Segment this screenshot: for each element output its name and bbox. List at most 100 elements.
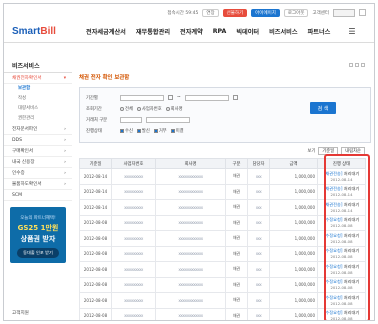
menu-icon[interactable]: ☰ <box>348 27 355 36</box>
radio-company[interactable]: 회사명 <box>165 106 183 112</box>
logout-button[interactable]: 로그아웃 <box>283 8 309 17</box>
calendar-icon[interactable] <box>168 95 173 100</box>
settings-icon[interactable] <box>359 9 366 16</box>
cell-date: 2012-08-14 <box>79 168 112 185</box>
table-row[interactable]: 2012-08-14 xxxxxxxxxx xxxxxxxxxxxxx 채권 xxx 1,… <box>79 199 366 216</box>
cell-status[interactable]: [수정요청] 처리대기 2012-08-08 <box>317 307 366 321</box>
cell-status[interactable]: [수정요청] 처리대기 2012-08-08 <box>317 230 366 247</box>
customer-center-link[interactable]: 고객센터 <box>312 10 329 16</box>
sidebar-item-dds[interactable]: DDS › <box>4 135 72 146</box>
status-date: 2012-08-08 <box>330 316 353 321</box>
cell-amount: 1,000,000 <box>269 245 318 262</box>
col-status[interactable]: 진행 상태 <box>317 158 366 169</box>
cell-status[interactable]: [수정요청] 처리대기 2012-08-08 <box>317 276 366 293</box>
cell-status[interactable]: [채권전송] 처리대기 2012-08-14 <box>317 199 366 216</box>
col-date[interactable]: 기준일 <box>79 158 112 169</box>
sidebar-sub-storage[interactable]: 보관함 <box>4 84 72 94</box>
table-row[interactable]: 2012-08-08 xxxxxxxxxx xxxxxxxxxxxxx 채권 xxx 1,… <box>79 276 366 293</box>
nav-item-biz-service[interactable]: 비즈서비스 <box>269 27 297 36</box>
sidebar-sub-bulk[interactable]: 대량서비스 <box>4 104 72 114</box>
status-text: [수정요청] 처리대기 <box>319 232 365 239</box>
chevron-right-icon: › <box>64 127 66 132</box>
table-row[interactable]: 2012-08-08 xxxxxxxxxx xxxxxxxxxxxxx 채권 xxx 1,… <box>79 230 366 247</box>
cell-amount: 1,000,000 <box>269 292 318 309</box>
status-date: 2012-08-08 <box>330 269 353 275</box>
home-icon[interactable] <box>349 63 353 67</box>
partner-keyword-input[interactable] <box>146 116 190 123</box>
period-label: 기간별 <box>86 95 98 101</box>
nav-item-finance[interactable]: 재무통합관리 <box>136 27 170 36</box>
sidebar-item-purchase[interactable]: 구매확인서 › <box>4 146 72 157</box>
table-row[interactable]: 2012-08-08 xxxxxxxxxx xxxxxxxxxxxxx 채권 xxx 1,… <box>79 292 366 309</box>
cell-status[interactable]: [수정요청] 처리대기 2012-08-08 <box>317 214 366 231</box>
sidebar-item-lc[interactable]: 내국 신용장 › <box>4 157 72 168</box>
logo[interactable]: SmartBill <box>12 26 86 37</box>
table-row[interactable]: 2012-08-14 xxxxxxxxxx xxxxxxxxxxxxx 채권 xxx 1,… <box>79 168 366 185</box>
table-header: 기준일 사업자번호 회사명 구분 담당자 금액 진행 상태 <box>79 158 366 169</box>
check-label: 미결 <box>175 128 184 134</box>
cell-type: 채권 <box>225 307 248 320</box>
extend-session-button[interactable]: 연장 <box>202 8 219 17</box>
search-button[interactable]: 검 색 <box>310 102 336 114</box>
sort-field-select[interactable]: 기준일 <box>318 147 339 155</box>
support-label[interactable]: 고객지원 <box>12 310 29 316</box>
cell-company: xxxxxxxxxxxxx <box>155 276 226 293</box>
banner-button[interactable]: 동대출 인포 받기 <box>17 248 59 258</box>
logo-accent: Bill <box>40 26 56 37</box>
check-pending[interactable]: 미결 <box>170 128 184 134</box>
search-panel: 기간별 ~ 조회기간 전체 사업자번호 회사명 거래처 구분 진행상태 수신 발… <box>79 87 371 143</box>
start-date-input[interactable] <box>120 94 164 101</box>
sort-order-select[interactable]: 내림차순 <box>341 147 365 155</box>
table-row[interactable]: 2012-08-08 xxxxxxxxxx xxxxxxxxxxxxx 채권 xxx 1,… <box>79 245 366 262</box>
cell-status[interactable]: [채권전송] 처리대기 2012-08-14 <box>317 168 366 185</box>
status-tail: 처리대기 <box>342 201 360 207</box>
nav-item-bigdata[interactable]: 빅데이터 <box>236 27 259 36</box>
sidebar-sub-write[interactable]: 작성 <box>4 94 72 104</box>
status-tag: [수정요청] <box>323 310 343 316</box>
partner-type-select[interactable] <box>120 116 142 123</box>
sidebar-item-bond-confirm[interactable]: 채권전자확인서 ▾ <box>4 73 72 84</box>
col-manager[interactable]: 담당자 <box>247 158 270 169</box>
cell-status[interactable]: [채권전송] 처리대기 2012-08-14 <box>317 183 366 200</box>
user-button[interactable]: 아이에이치 <box>251 8 280 17</box>
col-amount[interactable]: 금액 <box>269 158 318 169</box>
sidebar-item-receipt[interactable]: 인수증 › <box>4 168 72 179</box>
sidebar-item-edoc[interactable]: 전자문서파인 › <box>4 124 72 135</box>
nav-item-contract[interactable]: 전자계약 <box>180 27 203 36</box>
promo-banner[interactable]: 오늘의 파트너혜택! GS25 1만원 상품권 받자 동대출 인포 받기 <box>10 207 66 263</box>
status-tail: 처리대기 <box>342 279 360 285</box>
nav-item-tax-invoice[interactable]: 전자세금계산서 <box>86 27 126 36</box>
calendar-icon[interactable] <box>232 95 238 100</box>
sidebar-sub-permission[interactable]: 권한관리 <box>4 114 72 124</box>
radio-biz-no[interactable]: 사업자번호 <box>136 106 162 112</box>
chevron-right-icon: › <box>64 149 66 154</box>
breadcrumb-icon[interactable] <box>355 63 359 67</box>
status-tag: [수정요청] <box>323 248 343 254</box>
cell-status[interactable]: [수정요청] 처리대기 2012-08-08 <box>317 245 366 262</box>
status-tag: [수정요청] <box>323 263 343 269</box>
status-tail: 처리대기 <box>342 232 360 238</box>
sidebar-item-subcontract[interactable]: 물품하도확인서 › <box>4 179 72 190</box>
cell-status[interactable]: [수정요청] 처리대기 2012-08-08 <box>317 261 366 278</box>
cell-amount: 1,000,000 <box>269 214 318 231</box>
radio-all[interactable]: 전체 <box>120 106 133 112</box>
check-sent[interactable]: 발신 <box>136 128 150 134</box>
check-received[interactable]: 수신 <box>120 128 133 134</box>
table-row[interactable]: 2012-08-08 xxxxxxxxxx xxxxxxxxxxxxx 채권 xxx 1,… <box>79 261 366 278</box>
nav-item-partners[interactable]: 파트너스 <box>308 27 331 36</box>
col-type[interactable]: 구분 <box>225 158 248 169</box>
end-date-input[interactable] <box>184 94 229 101</box>
table-row[interactable]: 2012-08-14 xxxxxxxxxx xxxxxxxxxxxxx 채권 xxx 1,… <box>79 183 366 200</box>
prepay-button[interactable]: 선불하기 <box>222 8 248 17</box>
nav-item-rpa[interactable]: RPA <box>213 28 227 35</box>
status-tail: 처리대기 <box>342 294 360 300</box>
sidebar-item-scm[interactable]: SCM <box>4 190 72 201</box>
table-row[interactable]: 2012-08-08 xxxxxxxxxx xxxxxxxxxxxxx 채권 xxx 1,… <box>79 214 366 231</box>
breadcrumb-icon[interactable] <box>361 63 365 67</box>
col-company[interactable]: 회사명 <box>155 158 226 169</box>
table-row[interactable]: 2012-08-08 xxxxxxxxxx xxxxxxxxxxxxx 채권 xxx 1,… <box>79 307 366 321</box>
cell-status[interactable]: [수정요청] 처리대기 2012-08-08 <box>317 292 366 309</box>
col-biz-no[interactable]: 사업자번호 <box>111 158 156 169</box>
check-rejected[interactable]: 거부 <box>153 128 167 134</box>
radio-label: 사업자번호 <box>141 106 162 112</box>
